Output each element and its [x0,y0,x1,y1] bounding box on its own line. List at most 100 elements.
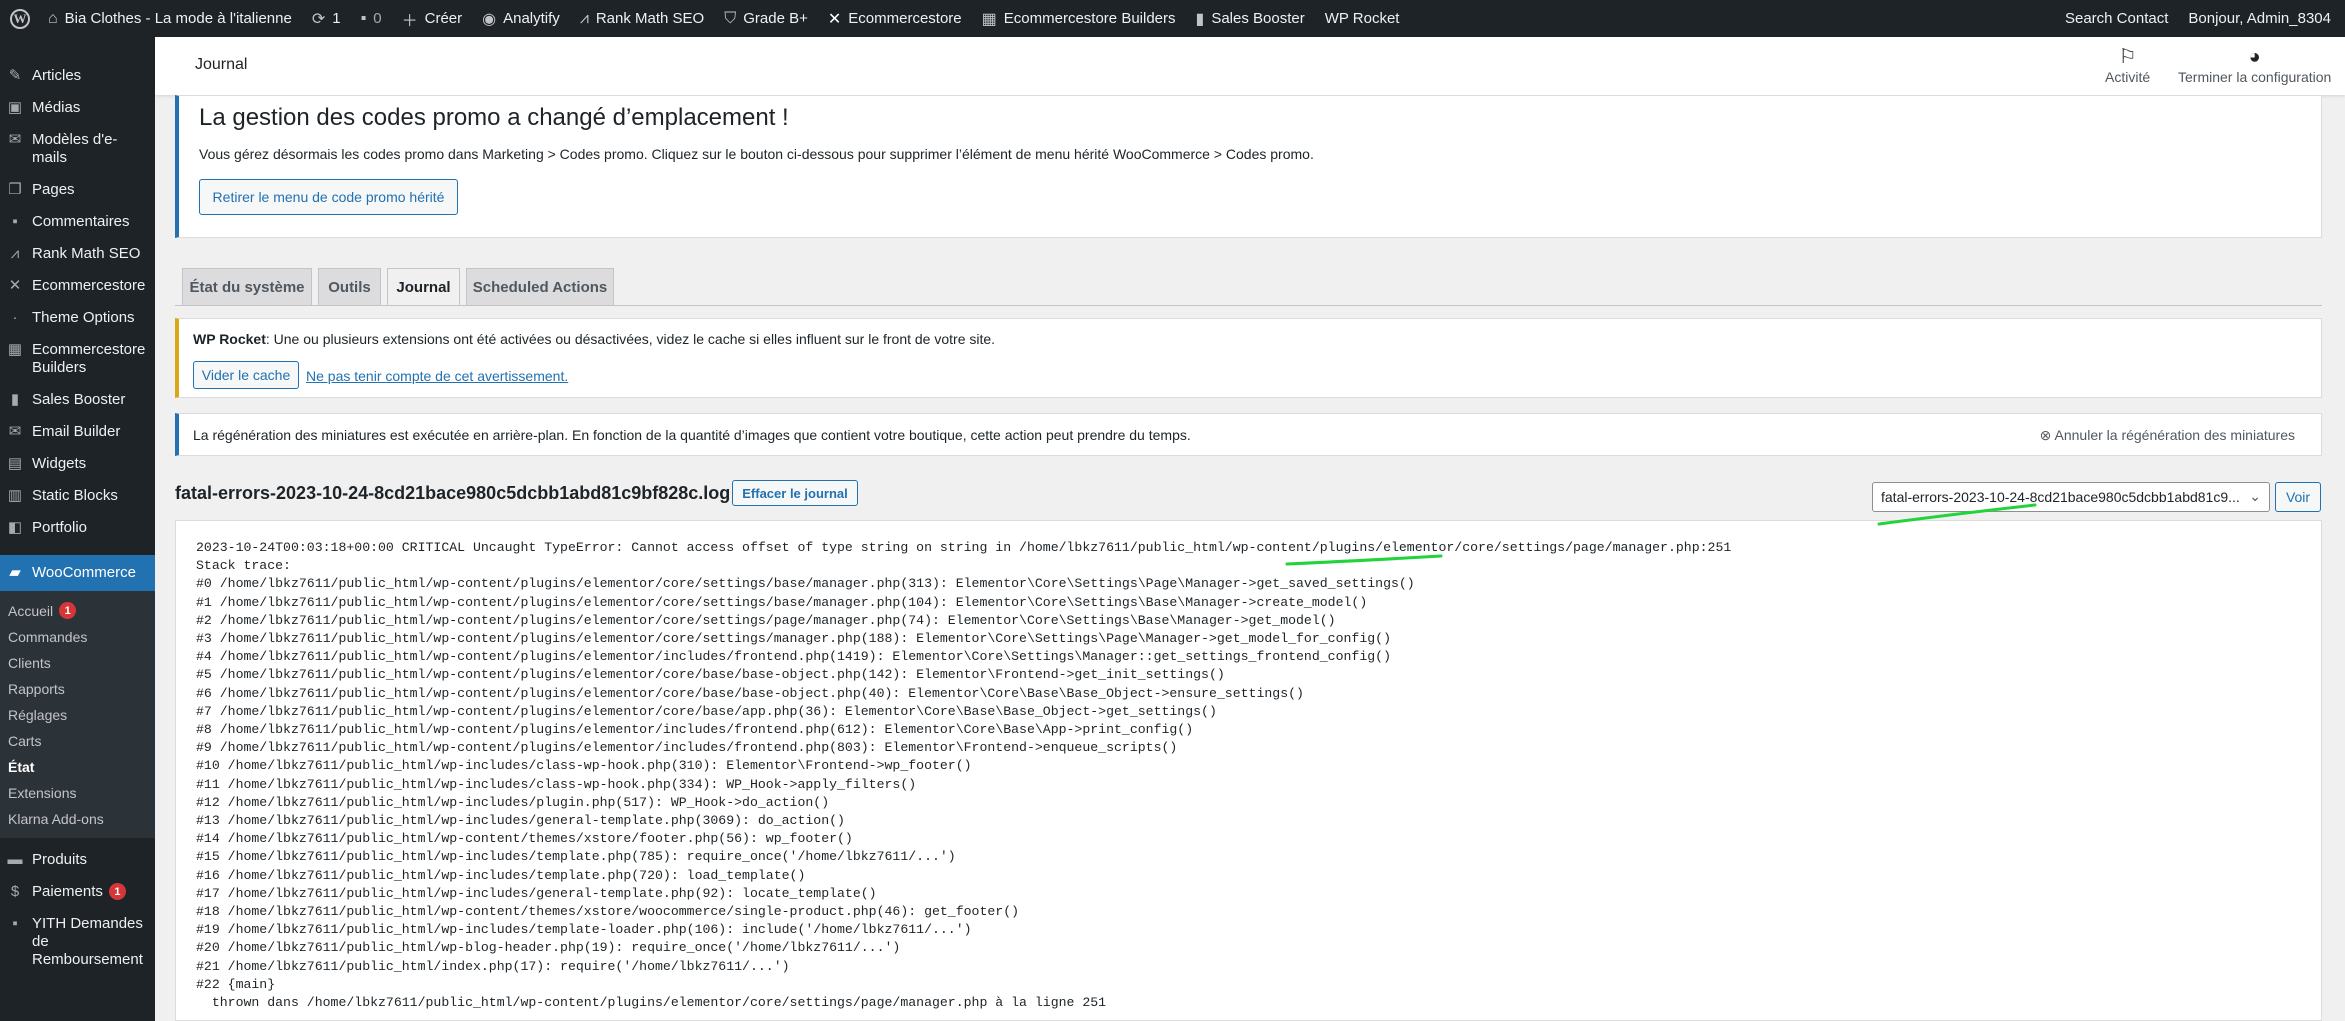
menu-pages[interactable]: ❐ Pages [0,174,155,206]
tab-divider [175,305,2322,306]
menu-theme-options[interactable]: · Theme Options [0,302,155,334]
menu-portfolio[interactable]: ◧ Portfolio [0,512,155,544]
submenu-extensions[interactable]: Extensions [0,780,155,806]
tab-logs[interactable]: Journal [387,268,460,306]
submenu-clients[interactable]: Clients [0,650,155,676]
user-greeting[interactable]: Bonjour, Admin_8304 [2178,0,2345,37]
blocks-icon: ▥ [7,487,23,504]
menu-rank-math[interactable]: ⩘ Rank Math SEO [0,238,155,270]
refresh-icon: ⟳ [311,10,326,28]
log-viewer: 2023-10-24T00:03:18+00:00 CRITICAL Uncau… [175,520,2322,1021]
search-contact-link[interactable]: Search Contact [2055,0,2178,37]
pin-icon: ✎ [8,67,22,84]
flag-icon: ⚐ [2118,46,2137,68]
comments-link[interactable]: ▪ 0 [351,0,392,37]
ecommercestore-link[interactable]: ✕ Ecommercestore [818,0,972,37]
submenu-reglages[interactable]: Réglages [0,702,155,728]
menu-medias[interactable]: ▣ Médias [0,92,155,124]
log-line: #5 /home/lbkz7611/public_html/wp-content… [196,667,1225,683]
log-line: #11 /home/lbkz7611/public_html/wp-includ… [196,776,917,792]
menu-ecommercestore-builders[interactable]: ▦ Ecommercestore Builders [0,334,155,384]
woocommerce-submenu: Accueil 1 Commandes Clients Rapports Régl… [0,591,155,838]
sales-booster-link[interactable]: ▮ Sales Booster [1186,0,1315,37]
tab-scheduled-actions[interactable]: Scheduled Actions [466,268,614,305]
wp-rocket-link[interactable]: WP Rocket [1315,0,1410,37]
submenu-accueil[interactable]: Accueil 1 [0,597,155,624]
analytify-link[interactable]: ◉ Analytify [472,0,570,37]
clear-cache-button[interactable]: Vider le cache [193,361,299,389]
rank-math-link[interactable]: ⩘ Rank Math SEO [570,0,714,37]
log-line: #21 /home/lbkz7611/public_html/index.php… [196,958,790,974]
dismiss-warning-link[interactable]: Ne pas tenir compte de cet avertissement… [306,368,568,384]
admin-sidebar: ✎ Articles ▣ Médias ✉ Modèles d'e-mails ❐ Pa… [0,37,155,1021]
grade-link[interactable]: ⛉ Grade B+ [714,0,818,37]
cancel-regen-link[interactable]: ⊗ Annuler la régénération des miniatures [2040,427,2295,444]
x-logo-icon: ✕ [827,10,842,28]
remove-legacy-coupon-menu-button[interactable]: Retirer le menu de code promo hérité [199,179,458,215]
x-logo-icon: ✕ [8,277,22,294]
menu-static-blocks[interactable]: ▥ Static Blocks [0,480,155,512]
comment-icon: ▪ [360,9,367,27]
submenu-carts[interactable]: Carts [0,728,155,754]
log-line: #9 /home/lbkz7611/public_html/wp-content… [196,740,1178,756]
menu-paiements[interactable]: $ Paiements 1 [0,876,155,908]
plus-icon: ＋ [401,12,418,30]
submenu-commandes[interactable]: Commandes [0,624,155,650]
portfolio-icon: ◧ [7,519,23,536]
log-content: 2023-10-24T00:03:18+00:00 CRITICAL Uncau… [196,539,1731,1012]
log-line: #15 /home/lbkz7611/public_html/wp-includ… [196,849,956,865]
tab-tools[interactable]: Outils [318,268,381,305]
menu-email-builder[interactable]: ✉ Email Builder [0,416,155,448]
rank-math-icon: ⩘ [579,9,589,27]
menu-articles[interactable]: ✎ Articles [0,60,155,92]
bar-chart-icon: ▮ [10,391,20,408]
submenu-klarna[interactable]: Klarna Add-ons [0,806,155,832]
rank-math-icon: ⩘ [10,245,20,262]
page-title: Journal [195,56,248,73]
comment-icon: ▪ [12,213,18,230]
wp-logo-menu[interactable]: W [0,0,38,37]
menu-sales-booster[interactable]: ▮ Sales Booster [0,384,155,416]
menu-comments[interactable]: ▪ Commentaires [0,206,155,238]
activity-button[interactable]: ⚐ Activité [2105,45,2150,85]
menu-yith-refunds[interactable]: ▪ YITH Demandes de Remboursement [0,908,155,976]
log-line: #22 {main} [196,976,276,992]
widgets-icon: ▤ [7,455,23,472]
ecommercestore-builders-link[interactable]: ▦ Ecommercestore Builders [972,0,1186,37]
log-line: thrown dans /home/lbkz7611/public_html/w… [196,995,1107,1011]
log-line: #7 /home/lbkz7611/public_html/wp-content… [196,703,1217,719]
view-button[interactable]: Voir [2275,482,2321,512]
log-file-select[interactable]: fatal-errors-2023-10-24-8cd21bace980c5dc… [1872,482,2270,512]
finish-setup-button[interactable]: ◕ Terminer la configuration [2178,45,2331,85]
notification-badge: 1 [108,883,126,900]
log-line: #1 /home/lbkz7611/public_html/wp-content… [196,594,1368,610]
site-name-link[interactable]: ⌂ Bia Clothes - La mode à l'italienne [38,0,302,37]
log-line: Stack trace: [196,558,291,574]
menu-woocommerce[interactable]: ▰ WooCommerce [0,555,155,591]
options-icon: · [12,309,18,326]
log-line: #3 /home/lbkz7611/public_html/wp-content… [196,631,1391,647]
menu-ecommercestore[interactable]: ✕ Ecommercestore [0,270,155,302]
tab-system-status[interactable]: État du système [182,268,312,305]
woocommerce-header: Journal ⚐ Activité ◕ Terminer la configu… [155,37,2345,95]
notification-badge: 1 [59,602,77,619]
menu-produits[interactable]: ▬ Produits [0,844,155,876]
menu-widgets[interactable]: ▤ Widgets [0,448,155,480]
bar-chart-icon: ▮ [1195,10,1205,28]
log-line: #6 /home/lbkz7611/public_html/wp-content… [196,685,1304,701]
pages-icon: ❐ [8,181,22,198]
money-icon: $ [10,883,20,900]
log-line: #13 /home/lbkz7611/public_html/wp-includ… [196,813,845,829]
submenu-rapports[interactable]: Rapports [0,676,155,702]
log-line: #2 /home/lbkz7611/public_html/wp-content… [196,612,1336,628]
new-content-link[interactable]: ＋ Créer [392,0,473,37]
notice-text: Vous gérez désormais les codes promo dan… [199,146,1314,162]
clear-log-button[interactable]: Effacer le journal [732,480,858,506]
refund-icon: ▪ [12,915,18,932]
menu-email-templates[interactable]: ✉ Modèles d'e-mails [0,124,155,174]
grid-icon: ▦ [7,341,23,358]
updates-link[interactable]: ⟳ 1 [302,0,351,37]
submenu-etat[interactable]: État [0,754,155,780]
notice-title: La gestion des codes promo a changé d’em… [199,104,789,131]
rocket-notice-text: WP Rocket: Une ou plusieurs extensions o… [193,331,996,347]
